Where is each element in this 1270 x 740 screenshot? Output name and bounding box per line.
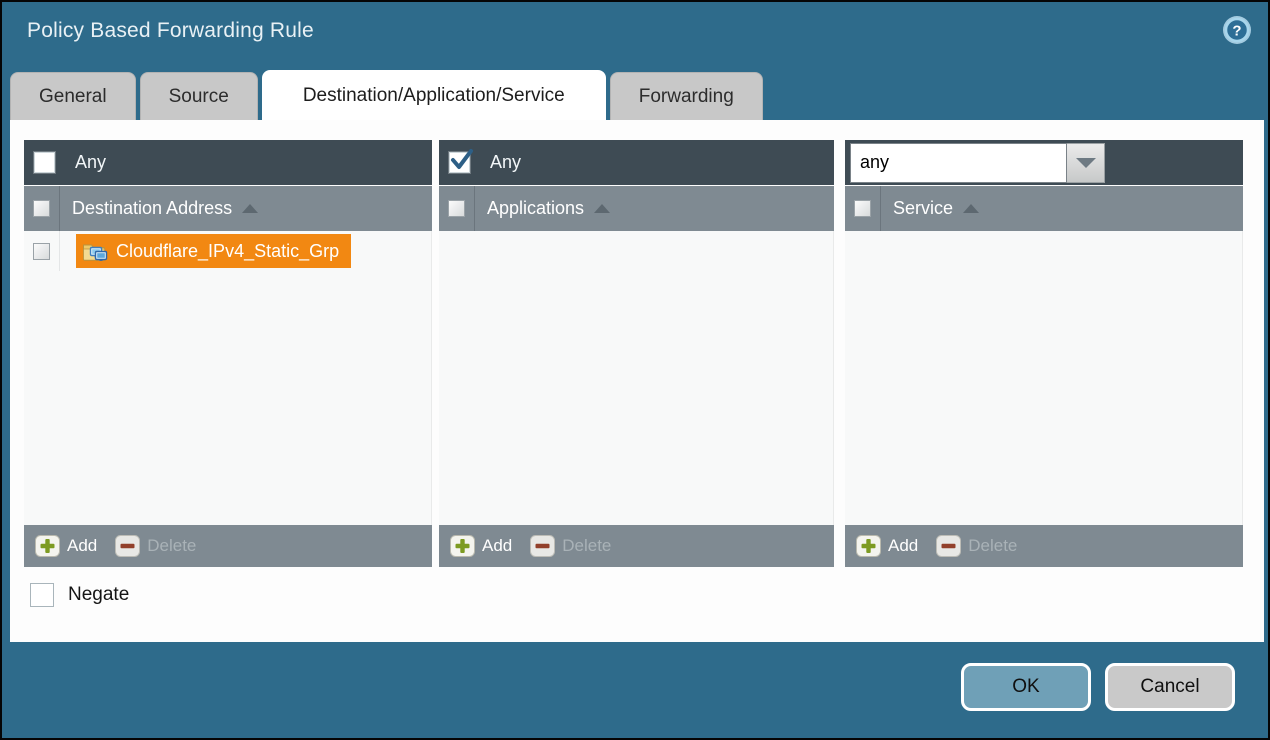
sort-asc-icon [594, 204, 610, 213]
negate-row: Negate [30, 583, 129, 607]
chevron-down-icon [1076, 158, 1096, 168]
applications-add-button[interactable]: Add [450, 535, 512, 557]
service-select-all-checkbox[interactable] [854, 200, 871, 217]
help-icon[interactable]: ? [1222, 15, 1252, 45]
ok-button[interactable]: OK [961, 663, 1091, 711]
cancel-button[interactable]: Cancel [1105, 663, 1235, 711]
destination-select-all-checkbox[interactable] [33, 200, 50, 217]
service-column: any Service [845, 140, 1243, 567]
policy-based-forwarding-dialog: Policy Based Forwarding Rule ? General S… [0, 0, 1270, 740]
columns-container: Any Destination Address [24, 140, 1243, 567]
delete-icon [530, 535, 555, 557]
tab-source[interactable]: Source [140, 72, 258, 120]
destination-address-item[interactable]: Cloudflare_IPv4_Static_Grp [76, 234, 351, 268]
tab-bar: General Source Destination/Application/S… [10, 70, 767, 120]
add-icon [450, 535, 475, 557]
destination-address-header-row: Destination Address [24, 186, 432, 231]
service-delete-button[interactable]: Delete [936, 535, 1017, 557]
service-header-row: Service [845, 186, 1243, 231]
applications-header-label[interactable]: Applications [487, 198, 584, 219]
address-group-icon [82, 240, 108, 262]
dialog-button-row: OK Cancel [961, 663, 1235, 711]
dialog-title: Policy Based Forwarding Rule [27, 19, 314, 43]
destination-address-list: Cloudflare_IPv4_Static_Grp [24, 231, 432, 525]
destination-any-checkbox[interactable] [34, 152, 55, 173]
row-checkbox[interactable] [33, 243, 50, 260]
add-icon [856, 535, 881, 557]
sort-asc-icon [963, 204, 979, 213]
service-dropdown[interactable]: any [850, 143, 1105, 183]
applications-header-row: Applications [439, 186, 834, 231]
table-row: Cloudflare_IPv4_Static_Grp [24, 231, 431, 271]
check-icon [448, 147, 476, 173]
service-dropdown-value[interactable]: any [850, 143, 1067, 183]
tab-content-panel: Any Destination Address [10, 120, 1264, 642]
applications-footer: Add Delete [439, 525, 834, 567]
negate-label: Negate [68, 584, 129, 606]
destination-address-item-label: Cloudflare_IPv4_Static_Grp [116, 241, 339, 262]
applications-any-label: Any [490, 152, 521, 173]
service-any-row: any [845, 140, 1243, 185]
applications-any-row: Any [439, 140, 834, 185]
applications-delete-button[interactable]: Delete [530, 535, 611, 557]
applications-any-checkbox[interactable] [449, 152, 470, 173]
destination-footer: Add Delete [24, 525, 432, 567]
applications-select-all-checkbox[interactable] [448, 200, 465, 217]
destination-any-label: Any [75, 152, 106, 173]
sort-asc-icon [242, 204, 258, 213]
service-list [845, 231, 1243, 525]
destination-address-header-label[interactable]: Destination Address [72, 198, 232, 219]
service-add-button[interactable]: Add [856, 535, 918, 557]
destination-any-row: Any [24, 140, 432, 185]
service-footer: Add Delete [845, 525, 1243, 567]
negate-checkbox[interactable] [30, 583, 54, 607]
delete-icon [936, 535, 961, 557]
svg-text:?: ? [1232, 23, 1241, 40]
destination-delete-button[interactable]: Delete [115, 535, 196, 557]
destination-address-column: Any Destination Address [24, 140, 432, 567]
tab-forwarding[interactable]: Forwarding [610, 72, 763, 120]
applications-list [439, 231, 834, 525]
delete-icon [115, 535, 140, 557]
destination-add-button[interactable]: Add [35, 535, 97, 557]
add-icon [35, 535, 60, 557]
service-header-label[interactable]: Service [893, 198, 953, 219]
tab-destination-application-service[interactable]: Destination/Application/Service [262, 70, 606, 120]
dropdown-button[interactable] [1067, 143, 1105, 183]
applications-column: Any Applications [439, 140, 834, 567]
title-bar: Policy Based Forwarding Rule ? [2, 2, 1268, 68]
tab-general[interactable]: General [10, 72, 136, 120]
